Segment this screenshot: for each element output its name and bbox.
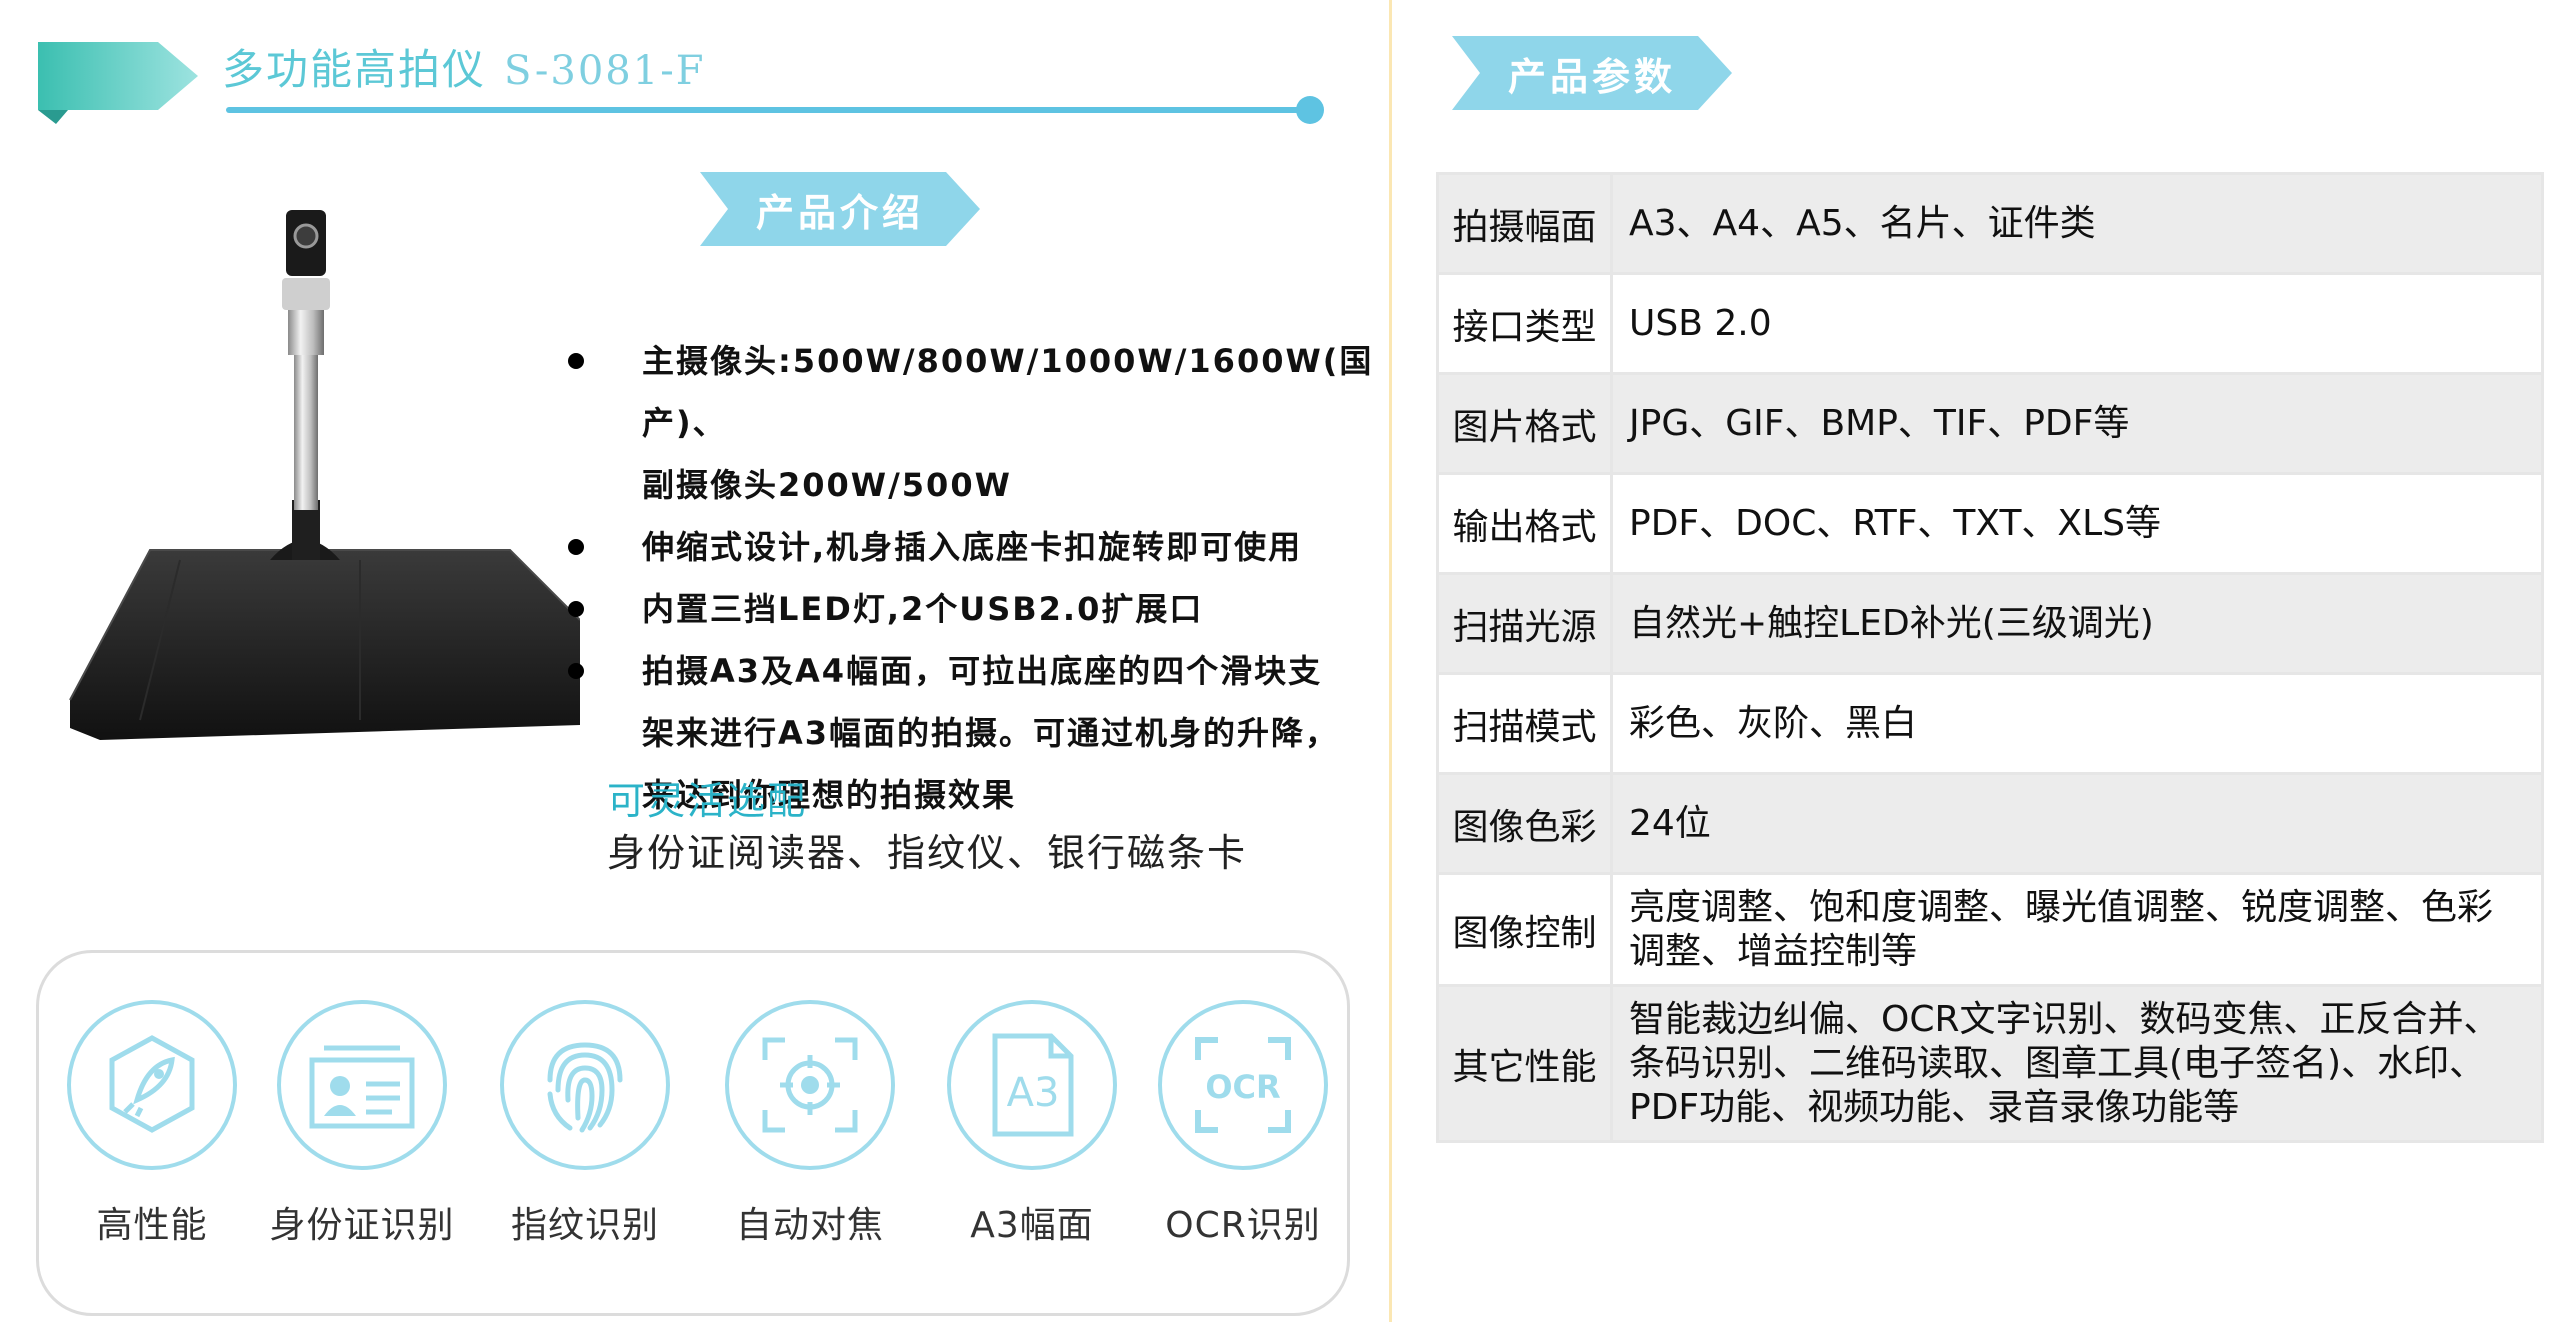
spec-key: 扫描光源	[1436, 573, 1613, 675]
a3-glyph: A3	[1007, 1070, 1060, 1116]
ocr-icon: OCR	[1195, 1037, 1291, 1133]
id-card-icon	[309, 1045, 415, 1129]
table-row: 输出格式 PDF、DOC、RTF、TXT、XLS等	[1436, 473, 2544, 575]
focus-icon	[762, 1037, 858, 1133]
spec-value: 智能裁边纠偏、OCR文字识别、数码变焦、正反合并、条码识别、二维码读取、图章工具…	[1611, 985, 2544, 1143]
intro-section-tag: 产品介绍	[700, 172, 980, 246]
optional-accessories-text: 身份证阅读器、指纹仪、银行磁条卡	[607, 831, 1248, 875]
spec-value: USB 2.0	[1611, 273, 2544, 375]
model-number: S-3081-F	[504, 48, 706, 94]
feature-list: 主摄像头:500W/800W/1000W/1600W(国产)、 副摄像头200W…	[560, 330, 1400, 826]
icon-label: 指纹识别	[510, 1205, 659, 1246]
table-row: 拍摄幅面 A3、A4、A5、名片、证件类	[1436, 172, 2544, 275]
table-row: 扫描光源 自然光+触控LED补光(三级调光)	[1436, 573, 2544, 675]
spec-value: A3、A4、A5、名片、证件类	[1611, 172, 2544, 275]
bullet-icon	[568, 353, 584, 369]
spec-key: 输出格式	[1436, 473, 1613, 575]
params-section-tag: 产品参数	[1452, 36, 1732, 110]
spec-table: 拍摄幅面 A3、A4、A5、名片、证件类 接口类型 USB 2.0 图片格式 J…	[1436, 172, 2544, 1143]
header-ribbon-icon	[38, 42, 198, 124]
header-underline-dot	[1296, 96, 1324, 124]
fingerprint-icon	[547, 1042, 623, 1133]
rocket-icon	[109, 1035, 195, 1133]
params-section-label: 产品参数	[1507, 54, 1676, 99]
feature-text: 内置三挡LED灯,2个USB2.0扩展口	[642, 590, 1204, 628]
spec-key: 图像色彩	[1436, 773, 1613, 875]
bullet-icon	[568, 663, 584, 679]
spec-value: PDF、DOC、RTF、TXT、XLS等	[1611, 473, 2544, 575]
bullet-icon	[568, 601, 584, 617]
spec-value: JPG、GIF、BMP、TIF、PDF等	[1611, 373, 2544, 475]
feature-badge-id-card: 身份证识别	[252, 1000, 472, 1248]
icon-label: OCR识别	[1165, 1205, 1321, 1246]
feature-text: 伸缩式设计,机身插入底座卡扣旋转即可使用	[642, 528, 1303, 566]
spec-value: 自然光+触控LED补光(三级调光)	[1611, 573, 2544, 675]
feature-text: 架来进行A3幅面的拍摄。可通过机身的升降，	[642, 714, 1340, 752]
feature-badge-fingerprint: 指纹识别	[475, 1000, 695, 1248]
spec-key: 其它性能	[1436, 985, 1613, 1143]
spec-key: 图像控制	[1436, 873, 1613, 987]
icon-label: A3幅面	[970, 1205, 1094, 1246]
feature-badge-performance: 高性能	[42, 1000, 262, 1248]
bullet-icon	[568, 539, 584, 555]
feature-text: 主摄像头:500W/800W/1000W/1600W(国产)、	[642, 342, 1374, 442]
feature-item: 主摄像头:500W/800W/1000W/1600W(国产)、 副摄像头200W…	[560, 330, 1400, 516]
feature-text: 拍摄A3及A4幅面，可拉出底座的四个滑块支	[642, 652, 1323, 690]
feature-badge-a3: A3 A3幅面	[922, 1000, 1142, 1248]
product-name: 多功能高拍仪	[222, 45, 487, 94]
ocr-glyph: OCR	[1205, 1068, 1280, 1106]
feature-badge-autofocus: 自动对焦	[700, 1000, 920, 1248]
page-title: 多功能高拍仪 S-3081-F	[222, 36, 705, 97]
icon-label: 高性能	[96, 1205, 208, 1246]
table-row: 其它性能 智能裁边纠偏、OCR文字识别、数码变焦、正反合并、条码识别、二维码读取…	[1436, 985, 2544, 1143]
table-row: 图像控制 亮度调整、饱和度调整、曝光值调整、锐度调整、色彩调整、增益控制等	[1436, 873, 2544, 987]
document-camera-image	[69, 210, 580, 740]
feature-item: 伸缩式设计,机身插入底座卡扣旋转即可使用	[560, 516, 1400, 578]
spec-key: 接口类型	[1436, 273, 1613, 375]
table-row: 图像色彩 24位	[1436, 773, 2544, 875]
table-row: 扫描模式 彩色、灰阶、黑白	[1436, 673, 2544, 775]
table-row: 图片格式 JPG、GIF、BMP、TIF、PDF等	[1436, 373, 2544, 475]
spec-key: 拍摄幅面	[1436, 172, 1613, 275]
spec-value: 彩色、灰阶、黑白	[1611, 673, 2544, 775]
intro-section-label: 产品介绍	[755, 190, 924, 235]
spec-key: 扫描模式	[1436, 673, 1613, 775]
spec-value: 24位	[1611, 773, 2544, 875]
spec-value: 亮度调整、饱和度调整、曝光值调整、锐度调整、色彩调整、增益控制等	[1611, 873, 2544, 987]
header-underline	[226, 107, 1316, 113]
feature-text: 副摄像头200W/500W	[642, 466, 1012, 504]
table-row: 接口类型 USB 2.0	[1436, 273, 2544, 375]
feature-item: 内置三挡LED灯,2个USB2.0扩展口	[560, 578, 1400, 640]
optional-accessories-title: 可灵活选配	[607, 779, 808, 823]
icon-label: 身份证识别	[269, 1205, 455, 1246]
feature-badge-ocr: OCR OCR识别	[1133, 1000, 1353, 1248]
icon-label: 自动对焦	[735, 1205, 884, 1246]
a3-document-icon: A3	[992, 1033, 1074, 1137]
spec-key: 图片格式	[1436, 373, 1613, 475]
